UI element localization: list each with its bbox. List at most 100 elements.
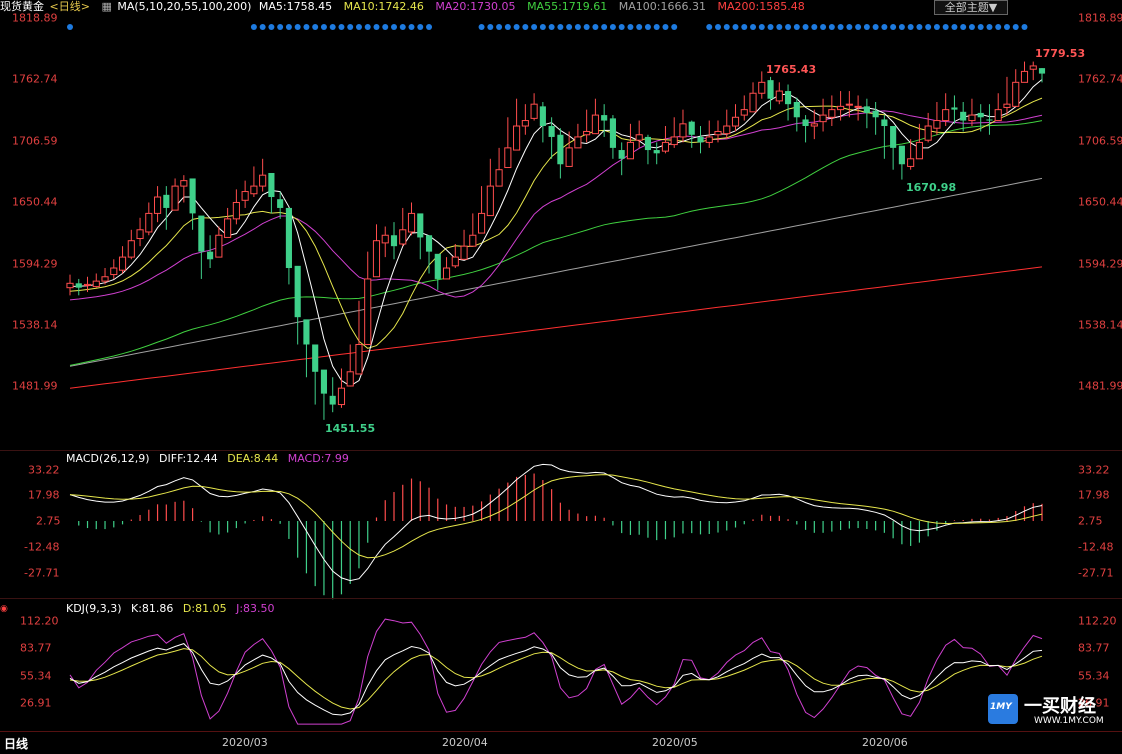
signal-dot [618,24,625,30]
candle-body [784,91,792,105]
signal-dot [828,24,835,30]
kdj-params: KDJ(9,3,3) [66,602,122,615]
candle-body [189,178,196,214]
candle-body [924,125,932,141]
signal-dot [863,24,870,30]
candle-body [986,119,993,121]
kdj-j: J:83.50 [236,602,275,615]
candle-body [618,150,625,159]
candle-body [241,191,249,201]
candle-body [837,105,845,111]
candle-body [881,119,888,127]
candle-body [1003,103,1011,108]
kdj-tick: 83.77 [20,641,52,655]
signal-dot [890,24,897,30]
candle-body [460,245,468,260]
candle-body [381,234,389,244]
candle-body [960,111,967,121]
candle-body [872,110,879,118]
signal-dot [671,24,678,30]
signal-dot [916,24,923,30]
candle-body [407,212,416,233]
kdj-tick: 55.34 [1078,669,1110,683]
candle-body [294,265,301,318]
signal-dot [320,24,327,30]
candle-body [92,280,100,288]
candle-body [145,212,153,233]
signal-dot [732,24,739,30]
signal-dot [347,24,354,30]
candle-body [723,125,731,135]
candle-body [434,253,441,279]
candle-body [198,215,205,252]
signal-dot [391,24,397,30]
candle-body [854,105,862,108]
candle-body [714,130,722,136]
candle-body [661,141,670,152]
candle-body [277,199,284,208]
logo-url: WWW.1MY.COM [1034,716,1104,726]
price-chart[interactable] [0,0,1122,731]
candle-body [180,180,188,187]
kdj-axis: 112.20 83.77 55.34 26.91 [1070,0,1122,731]
candle-body [951,107,958,110]
candle-body [75,283,82,288]
candle-body [215,234,223,258]
signal-dot [277,24,284,30]
signal-dot [382,24,389,30]
candle-body [890,126,897,148]
logo-text: 一买财经 [1024,696,1096,717]
candle-body [1029,65,1037,70]
signal-dot [574,24,581,30]
month-label: 2020/06 [862,736,908,749]
candle-body [583,130,591,136]
logo-badge-icon: 1MY [988,694,1018,724]
candle-body [626,141,634,160]
signal-dot [548,24,555,30]
signal-dot [820,24,827,30]
signal-dot [285,24,292,30]
candle-body [574,136,582,149]
candle-body [828,109,836,118]
kdj-tick: 26.91 [20,696,52,710]
signal-dot [846,24,853,30]
candle-body [548,126,555,137]
candle-body [1038,68,1046,74]
candle-body [819,114,827,123]
candle-body [1020,70,1029,83]
candle-body [442,267,451,280]
panel-divider [0,598,1122,599]
signal-dot [662,24,669,30]
candle-body [346,371,354,387]
signal-dot [776,24,783,30]
ma100-line [69,177,1043,367]
signal-dot [504,24,511,30]
signal-dot [907,24,914,30]
signal-dot [522,24,529,30]
ma20-line [69,110,1043,301]
high-annotation-1: 1765.43 [766,63,817,76]
candle-body [478,212,486,234]
candle-body [425,235,433,252]
time-axis-bar: 日线 2020/03 2020/04 2020/05 2020/06 [0,731,1122,754]
candle-body [372,240,381,278]
candle-body [697,136,704,143]
signal-dot [881,24,888,30]
candle-body [171,185,179,211]
candle-body [250,185,258,195]
macd-value: MACD:7.99 [287,452,349,465]
signal-dot [601,24,608,30]
candle-body [740,109,748,116]
signal-dot [399,24,406,30]
kdj-axis-left: 112.20 83.77 55.34 26.91 [0,0,59,731]
signal-dot [750,24,757,30]
candle-body [320,369,328,394]
kdj-j-line [69,618,1043,725]
candle-body [136,229,144,240]
candle-body [793,101,800,118]
signal-dot [968,24,975,30]
signal-dot [767,24,774,30]
signal-dot [872,24,879,30]
month-label: 2020/05 [652,736,698,749]
period-tab[interactable]: 日线 [4,735,28,752]
